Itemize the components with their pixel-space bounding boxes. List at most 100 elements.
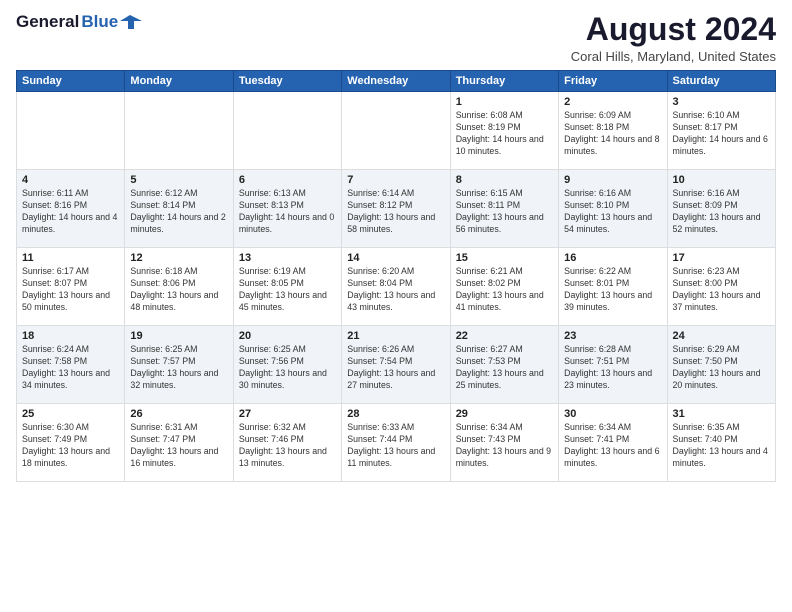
col-sunday: Sunday	[17, 71, 125, 92]
day-number: 29	[456, 408, 553, 420]
cell-2-4: 7Sunrise: 6:14 AM Sunset: 8:12 PM Daylig…	[342, 170, 450, 248]
cell-2-2: 5Sunrise: 6:12 AM Sunset: 8:14 PM Daylig…	[125, 170, 233, 248]
col-saturday: Saturday	[667, 71, 775, 92]
day-number: 25	[22, 408, 119, 420]
cell-info: Sunrise: 6:16 AM Sunset: 8:10 PM Dayligh…	[564, 188, 661, 236]
logo-general: General	[16, 12, 79, 32]
cell-3-4: 14Sunrise: 6:20 AM Sunset: 8:04 PM Dayli…	[342, 248, 450, 326]
cell-info: Sunrise: 6:25 AM Sunset: 7:57 PM Dayligh…	[130, 344, 227, 392]
cell-info: Sunrise: 6:35 AM Sunset: 7:40 PM Dayligh…	[673, 422, 770, 470]
cell-info: Sunrise: 6:08 AM Sunset: 8:19 PM Dayligh…	[456, 110, 553, 158]
cell-1-1	[17, 92, 125, 170]
cell-1-7: 3 Sunrise: 6:10 AM Sunset: 8:17 PM Daylig…	[667, 92, 775, 170]
cell-4-1: 18 Sunrise: 6:24 AM Sunset: 7:58 PM Dayli…	[17, 326, 125, 404]
cell-2-3: 6 Sunrise: 6:13 AM Sunset: 8:13 PM Daylig…	[233, 170, 341, 248]
day-number: 13	[239, 252, 336, 264]
week-row-3: 11Sunrise: 6:17 AM Sunset: 8:07 PM Dayli…	[17, 248, 776, 326]
day-number: 30	[564, 408, 661, 420]
logo: General Blue	[16, 12, 142, 32]
calendar-table: Sunday Monday Tuesday Wednesday Thursday…	[16, 70, 776, 482]
day-number: 5	[130, 174, 227, 186]
cell-info: Sunrise: 6:27 AM Sunset: 7:53 PM Dayligh…	[456, 344, 553, 392]
cell-3-7: 17 Sunrise: 6:23 AM Sunset: 8:00 PM Dayli…	[667, 248, 775, 326]
cell-info: Sunrise: 6:15 AM Sunset: 8:11 PM Dayligh…	[456, 188, 553, 236]
cell-1-4	[342, 92, 450, 170]
day-number: 28	[347, 408, 444, 420]
day-number: 7	[347, 174, 444, 186]
day-number: 15	[456, 252, 553, 264]
day-number: 17	[673, 252, 770, 264]
cell-info: Sunrise: 6:29 AM Sunset: 7:50 PM Dayligh…	[673, 344, 770, 392]
cell-2-7: 10Sunrise: 6:16 AM Sunset: 8:09 PM Dayli…	[667, 170, 775, 248]
day-number: 22	[456, 330, 553, 342]
cell-info: Sunrise: 6:34 AM Sunset: 7:41 PM Dayligh…	[564, 422, 661, 470]
cell-info: Sunrise: 6:11 AM Sunset: 8:16 PM Dayligh…	[22, 188, 119, 236]
day-number: 12	[130, 252, 227, 264]
col-monday: Monday	[125, 71, 233, 92]
cell-info: Sunrise: 6:23 AM Sunset: 8:00 PM Dayligh…	[673, 266, 770, 314]
main-title: August 2024	[571, 12, 776, 47]
cell-1-2	[125, 92, 233, 170]
day-number: 6	[239, 174, 336, 186]
day-number: 1	[456, 96, 553, 108]
day-number: 23	[564, 330, 661, 342]
day-number: 20	[239, 330, 336, 342]
cell-5-3: 27 Sunrise: 6:32 AM Sunset: 7:46 PM Dayli…	[233, 404, 341, 482]
calendar-header: Sunday Monday Tuesday Wednesday Thursday…	[17, 71, 776, 92]
col-tuesday: Tuesday	[233, 71, 341, 92]
day-number: 11	[22, 252, 119, 264]
day-number: 26	[130, 408, 227, 420]
cell-info: Sunrise: 6:24 AM Sunset: 7:58 PM Dayligh…	[22, 344, 119, 392]
day-number: 18	[22, 330, 119, 342]
cell-4-4: 21 Sunrise: 6:26 AM Sunset: 7:54 PM Dayli…	[342, 326, 450, 404]
week-row-2: 4 Sunrise: 6:11 AM Sunset: 8:16 PM Daylig…	[17, 170, 776, 248]
cell-2-1: 4 Sunrise: 6:11 AM Sunset: 8:16 PM Daylig…	[17, 170, 125, 248]
week-row-1: 1 Sunrise: 6:08 AM Sunset: 8:19 PM Daylig…	[17, 92, 776, 170]
logo-bird-icon	[120, 13, 142, 31]
cell-info: Sunrise: 6:19 AM Sunset: 8:05 PM Dayligh…	[239, 266, 336, 314]
cell-info: Sunrise: 6:10 AM Sunset: 8:17 PM Dayligh…	[673, 110, 770, 158]
day-number: 4	[22, 174, 119, 186]
day-number: 27	[239, 408, 336, 420]
cell-5-5: 29Sunrise: 6:34 AM Sunset: 7:43 PM Dayli…	[450, 404, 558, 482]
cell-info: Sunrise: 6:28 AM Sunset: 7:51 PM Dayligh…	[564, 344, 661, 392]
day-number: 2	[564, 96, 661, 108]
header-row: Sunday Monday Tuesday Wednesday Thursday…	[17, 71, 776, 92]
title-block: August 2024 Coral Hills, Maryland, Unite…	[571, 12, 776, 64]
cell-info: Sunrise: 6:26 AM Sunset: 7:54 PM Dayligh…	[347, 344, 444, 392]
subtitle: Coral Hills, Maryland, United States	[571, 49, 776, 64]
cell-info: Sunrise: 6:32 AM Sunset: 7:46 PM Dayligh…	[239, 422, 336, 470]
col-wednesday: Wednesday	[342, 71, 450, 92]
day-number: 24	[673, 330, 770, 342]
cell-2-5: 8 Sunrise: 6:15 AM Sunset: 8:11 PM Daylig…	[450, 170, 558, 248]
page: General Blue August 2024 Coral Hills, Ma…	[0, 0, 792, 612]
cell-5-2: 26 Sunrise: 6:31 AM Sunset: 7:47 PM Dayli…	[125, 404, 233, 482]
cell-3-6: 16Sunrise: 6:22 AM Sunset: 8:01 PM Dayli…	[559, 248, 667, 326]
day-number: 9	[564, 174, 661, 186]
day-number: 19	[130, 330, 227, 342]
header: General Blue August 2024 Coral Hills, Ma…	[16, 12, 776, 64]
cell-info: Sunrise: 6:21 AM Sunset: 8:02 PM Dayligh…	[456, 266, 553, 314]
cell-info: Sunrise: 6:33 AM Sunset: 7:44 PM Dayligh…	[347, 422, 444, 470]
cell-5-6: 30 Sunrise: 6:34 AM Sunset: 7:41 PM Dayli…	[559, 404, 667, 482]
cell-3-1: 11Sunrise: 6:17 AM Sunset: 8:07 PM Dayli…	[17, 248, 125, 326]
day-number: 3	[673, 96, 770, 108]
calendar-body: 1 Sunrise: 6:08 AM Sunset: 8:19 PM Daylig…	[17, 92, 776, 482]
cell-info: Sunrise: 6:30 AM Sunset: 7:49 PM Dayligh…	[22, 422, 119, 470]
col-thursday: Thursday	[450, 71, 558, 92]
cell-info: Sunrise: 6:13 AM Sunset: 8:13 PM Dayligh…	[239, 188, 336, 236]
cell-4-5: 22 Sunrise: 6:27 AM Sunset: 7:53 PM Dayli…	[450, 326, 558, 404]
cell-4-3: 20 Sunrise: 6:25 AM Sunset: 7:56 PM Dayli…	[233, 326, 341, 404]
cell-info: Sunrise: 6:25 AM Sunset: 7:56 PM Dayligh…	[239, 344, 336, 392]
day-number: 14	[347, 252, 444, 264]
week-row-4: 18 Sunrise: 6:24 AM Sunset: 7:58 PM Dayli…	[17, 326, 776, 404]
cell-info: Sunrise: 6:31 AM Sunset: 7:47 PM Dayligh…	[130, 422, 227, 470]
col-friday: Friday	[559, 71, 667, 92]
day-number: 16	[564, 252, 661, 264]
cell-2-6: 9 Sunrise: 6:16 AM Sunset: 8:10 PM Daylig…	[559, 170, 667, 248]
day-number: 8	[456, 174, 553, 186]
cell-5-7: 31 Sunrise: 6:35 AM Sunset: 7:40 PM Dayli…	[667, 404, 775, 482]
day-number: 31	[673, 408, 770, 420]
cell-5-1: 25 Sunrise: 6:30 AM Sunset: 7:49 PM Dayli…	[17, 404, 125, 482]
day-number: 21	[347, 330, 444, 342]
